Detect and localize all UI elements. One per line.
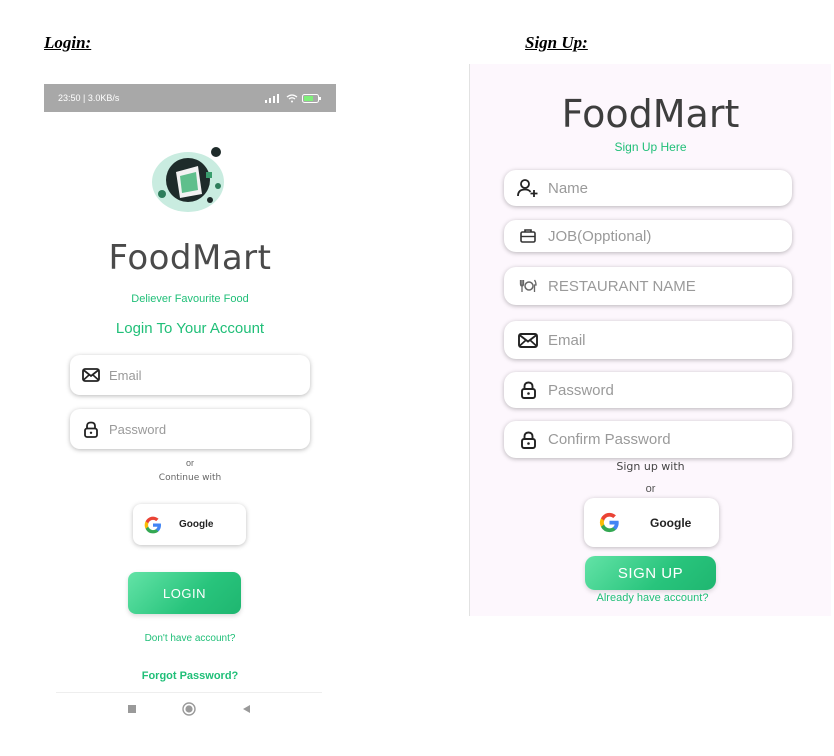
google-icon <box>143 515 163 535</box>
envelope-icon <box>82 366 100 384</box>
password-placeholder: Password <box>109 421 167 437</box>
no-account-link[interactable]: Don't have account? <box>44 633 336 644</box>
nav-circle-icon[interactable] <box>182 701 196 716</box>
google-label: Google <box>650 515 692 530</box>
forgot-password-link[interactable]: Forgot Password? <box>44 670 336 682</box>
login-screen: 23:50 | 3.0KB/s FoodMart Deliever Favour… <box>44 84 336 724</box>
email-field[interactable]: Email <box>504 321 792 359</box>
google-icon <box>598 511 621 534</box>
status-bar: 23:50 | 3.0KB/s <box>44 84 336 112</box>
confirm-password-field[interactable]: Confirm Password <box>504 421 792 458</box>
nav-square-icon[interactable] <box>127 704 137 714</box>
email-field[interactable]: Email <box>70 355 310 395</box>
name-placeholder: Name <box>548 179 589 197</box>
password-field[interactable]: Password <box>504 372 792 408</box>
signup-tagline: Sign Up Here <box>614 140 687 154</box>
restaurant-name-placeholder: RESTAURANT NAME <box>548 277 696 295</box>
login-button[interactable]: LOGIN <box>128 572 241 614</box>
signup-section-heading: Sign Up: <box>525 33 588 52</box>
login-section-heading: Login: <box>44 33 92 52</box>
wifi-icon <box>286 93 298 102</box>
confirm-password-placeholder: Confirm Password <box>548 431 671 448</box>
password-field[interactable]: Password <box>70 409 310 449</box>
lock-icon <box>517 380 539 400</box>
foodmart-logo-illustration <box>152 147 224 212</box>
cutlery-icon <box>517 276 539 296</box>
google-label: Google <box>179 519 214 530</box>
or-text: or <box>185 458 194 468</box>
status-bar-icons <box>264 93 322 103</box>
or-text: or <box>645 483 656 495</box>
password-placeholder: Password <box>548 381 614 399</box>
app-brand-title: FoodMart <box>561 92 740 136</box>
signup-with-text: Sign up with <box>616 460 685 473</box>
email-placeholder: Email <box>109 367 142 383</box>
signup-screen: FoodMart Sign Up Here Name JOB(Opptional… <box>469 64 831 616</box>
continue-with-text: Continue with <box>158 473 222 483</box>
name-field[interactable]: Name <box>504 170 792 206</box>
restaurant-name-field[interactable]: RESTAURANT NAME <box>504 267 792 305</box>
nav-back-icon[interactable] <box>241 704 251 714</box>
already-have-account-link[interactable]: Already have account? <box>472 592 833 604</box>
briefcase-icon <box>517 226 539 246</box>
google-signin-button[interactable]: Google <box>133 504 246 545</box>
tagline: Deliever Favourite Food <box>131 293 249 305</box>
status-bar-time: 23:50 | 3.0KB/s <box>58 93 120 103</box>
battery-icon <box>302 93 321 103</box>
android-nav-bar <box>56 692 322 724</box>
signup-button[interactable]: SIGN UP <box>585 556 716 590</box>
login-heading: Login To Your Account <box>115 320 265 337</box>
job-field[interactable]: JOB(Opptional) <box>504 220 792 252</box>
lock-icon <box>82 420 100 438</box>
add-user-icon <box>517 178 539 198</box>
app-brand-title: FoodMart <box>108 238 272 278</box>
job-placeholder: JOB(Opptional) <box>548 227 652 245</box>
envelope-icon <box>517 330 539 350</box>
signal-icon <box>265 93 279 103</box>
google-signup-button[interactable]: Google <box>584 498 719 547</box>
lock-icon <box>517 430 539 450</box>
email-placeholder: Email <box>548 331 586 349</box>
